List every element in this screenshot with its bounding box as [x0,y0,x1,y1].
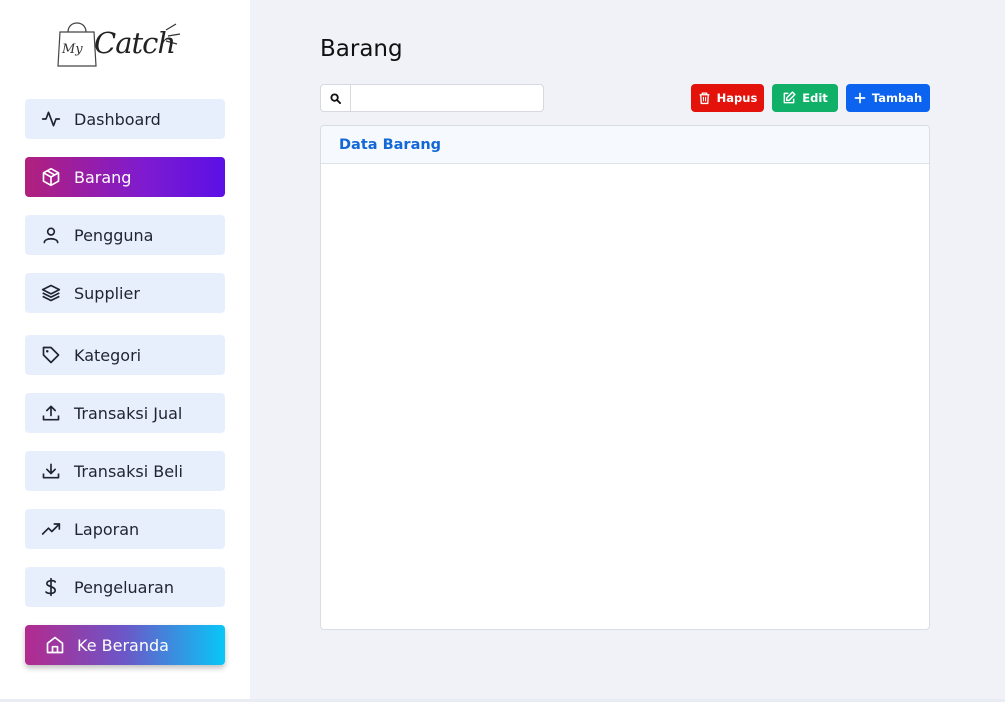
card-title: Data Barang [339,136,442,153]
sidebar-item-label: Barang [74,167,132,187]
sidebar-item-label: Kategori [74,345,142,365]
search-icon [330,92,341,104]
tambah-button[interactable]: Tambah [846,84,930,112]
logo-prefix: My [62,42,83,57]
sidebar-item-transaksi-jual[interactable]: Transaksi Jual [25,393,225,433]
dollar-icon [40,577,62,597]
download-icon [40,461,62,481]
search-input[interactable] [352,85,542,111]
tambah-label: Tambah [871,91,923,105]
sidebar-item-label: Pengeluaran [74,577,174,597]
card-header: Data Barang [321,126,929,164]
search-bar [320,84,544,112]
plus-icon [854,92,866,104]
page-title: Barang [320,36,403,62]
sidebar-item-ke-beranda[interactable]: Ke Beranda [25,625,225,665]
edit-label: Edit [802,91,828,105]
trash-icon [699,92,710,105]
data-barang-card: Data Barang [320,125,930,630]
hapus-button[interactable]: Hapus [691,84,764,112]
sidebar-item-label: Ke Beranda [77,635,169,655]
activity-icon [40,109,62,129]
edit-button[interactable]: Edit [772,84,838,112]
upload-icon [40,403,62,423]
search-button[interactable] [321,85,351,111]
sidebar-item-pengguna[interactable]: Pengguna [25,215,225,255]
sidebar-item-label: Transaksi Beli [74,461,183,481]
sidebar-item-label: Pengguna [74,225,154,245]
logo-text: Catch [94,26,176,60]
sidebar-item-label: Laporan [74,519,140,539]
user-icon [40,225,62,245]
trending-up-icon [40,519,62,539]
tag-icon [40,345,62,365]
sidebar-item-laporan[interactable]: Laporan [25,509,225,549]
sidebar-item-barang[interactable]: Barang [25,157,225,197]
sidebar-item-transaksi-beli[interactable]: Transaksi Beli [25,451,225,491]
layers-icon [40,283,62,303]
edit-icon [783,91,796,104]
sidebar-item-label: Dashboard [74,109,161,129]
app-logo[interactable]: My Catch [56,14,184,72]
sidebar-item-kategori[interactable]: Kategori [25,335,225,375]
sidebar-item-label: Supplier [74,283,140,303]
sidebar: My Catch Dashboard Barang Pengguna Suppl… [0,0,250,702]
home-icon [44,635,66,655]
sidebar-item-dashboard[interactable]: Dashboard [25,99,225,139]
box-icon [40,167,62,187]
sidebar-item-label: Transaksi Jual [74,403,183,423]
hapus-label: Hapus [716,91,758,105]
sidebar-item-pengeluaran[interactable]: Pengeluaran [25,567,225,607]
sidebar-item-supplier[interactable]: Supplier [25,273,225,313]
